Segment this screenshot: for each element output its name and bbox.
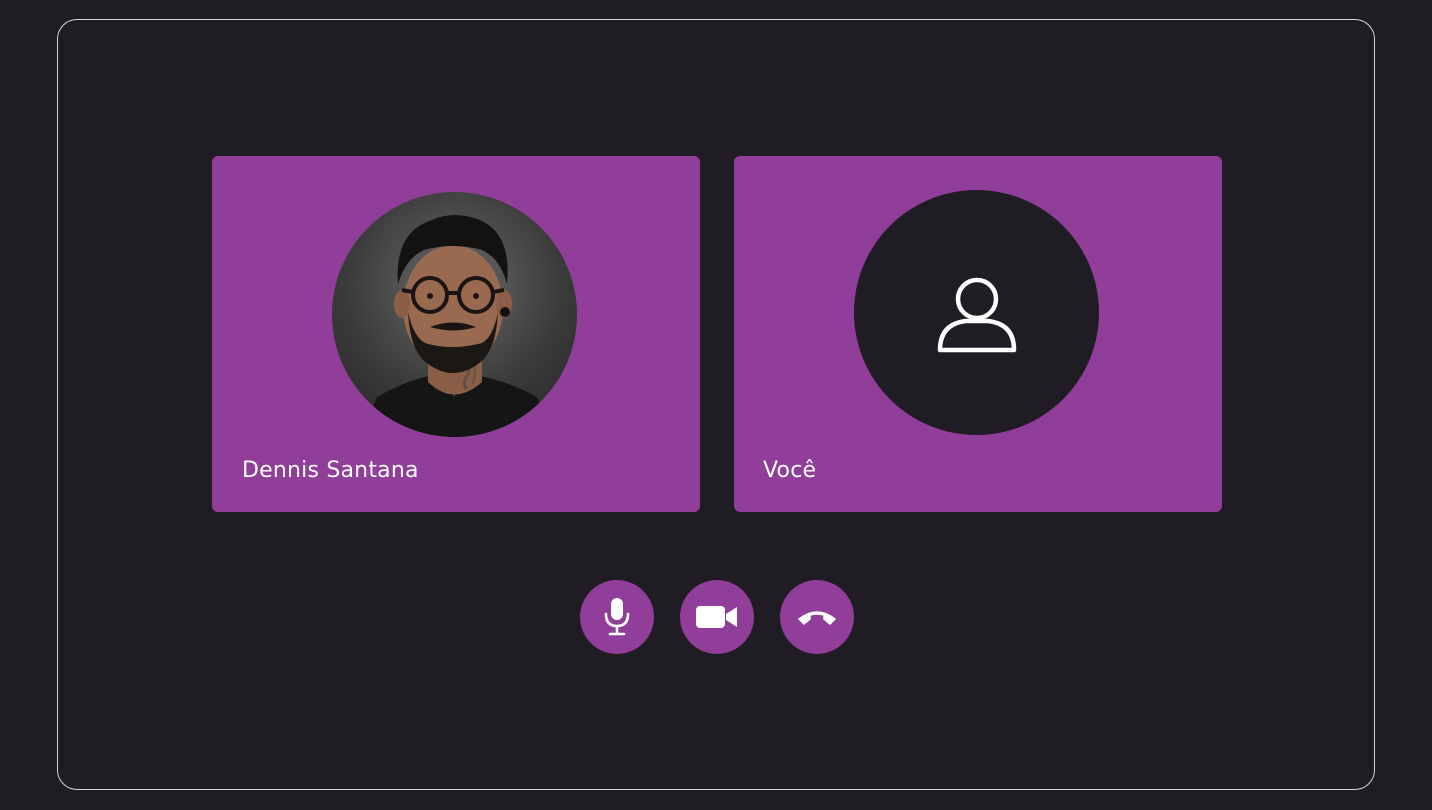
video-camera-icon [696, 606, 737, 628]
hang-up-button[interactable] [780, 580, 854, 654]
video-camera-button[interactable] [680, 580, 754, 654]
participant-tile-remote[interactable]: Dennis Santana [212, 156, 700, 512]
hang-up-icon [798, 611, 836, 625]
participant-name-remote: Dennis Santana [242, 458, 419, 483]
participant-avatar-photo [332, 192, 577, 437]
user-icon [937, 277, 1016, 352]
participant-name-local: Você [763, 458, 817, 483]
participant-tile-local[interactable]: Você [734, 156, 1222, 512]
participant-avatar-placeholder [854, 190, 1099, 435]
microphone-button[interactable] [580, 580, 654, 654]
call-controls [580, 580, 854, 654]
microphone-icon [604, 598, 630, 636]
portrait-photo [362, 215, 552, 437]
